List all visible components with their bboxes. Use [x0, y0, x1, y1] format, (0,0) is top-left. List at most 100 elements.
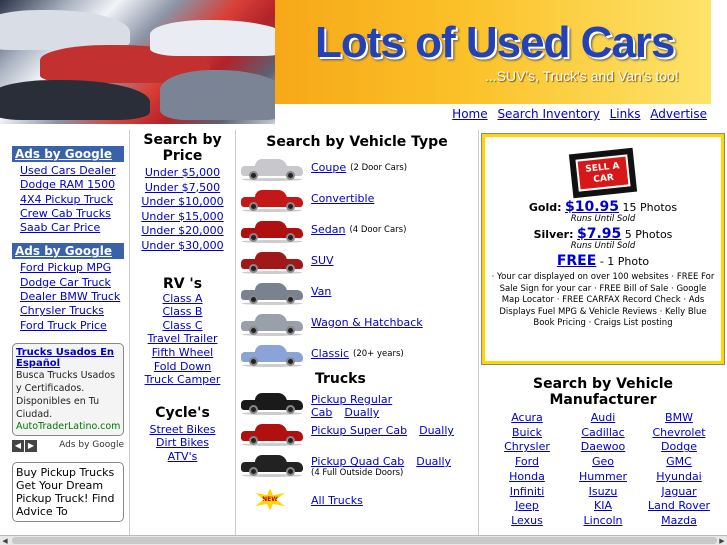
ads-by-google-heading[interactable]: Ads by Google	[12, 243, 124, 260]
text-ad-box[interactable]: Trucks Usados En Español Busca Trucks Us…	[12, 342, 124, 436]
suv-image[interactable]	[239, 248, 305, 274]
manufacturer-link[interactable]: Ford	[489, 455, 565, 470]
manufacturer-link[interactable]: Mazda	[641, 514, 717, 529]
pickup-truck-image[interactable]	[239, 389, 305, 415]
truck-type-link[interactable]: Pickup Quad Cab	[311, 455, 404, 468]
classic-car-image[interactable]	[239, 341, 305, 367]
cycle-link[interactable]: Street Bikes	[150, 423, 216, 436]
prev-arrow-icon[interactable]: ◀	[12, 439, 24, 452]
sedan-image[interactable]	[239, 217, 305, 243]
manufacturer-link[interactable]: KIA	[565, 499, 641, 514]
ad-links-list: Ford Pickup MPG Dodge Car Truck Dealer B…	[10, 261, 126, 332]
ad-link[interactable]: 4X4 Pickup Truck	[20, 193, 113, 206]
ad-link[interactable]: Dodge Car Truck	[20, 276, 111, 289]
dually-link[interactable]: Dually	[416, 455, 451, 468]
manufacturer-link[interactable]: Cadillac	[565, 426, 641, 441]
manufacturer-link[interactable]: Dodge	[641, 440, 717, 455]
silver-price-link[interactable]: $7.95	[577, 226, 621, 242]
vehicle-type-link[interactable]: Sedan	[311, 223, 345, 236]
manufacturer-link[interactable]: Audi	[565, 411, 641, 426]
convertible-image[interactable]	[239, 186, 305, 212]
van-image[interactable]	[239, 279, 305, 305]
ad-title[interactable]: Trucks Usados En Español	[16, 347, 120, 369]
nav-links[interactable]: Links	[610, 107, 641, 121]
rv-link[interactable]: Class C	[162, 319, 202, 332]
text-ad-box[interactable]: Buy Pickup Trucks Get Your Dream Pickup …	[12, 461, 124, 522]
manufacturer-link[interactable]: BMW	[641, 411, 717, 426]
ad-link[interactable]: Ford Truck Price	[20, 319, 107, 332]
manufacturer-link[interactable]: Chrysler	[489, 440, 565, 455]
wheel	[249, 467, 258, 476]
rv-link[interactable]: Class A	[163, 292, 203, 305]
manufacturer-link[interactable]: Hummer	[565, 470, 641, 485]
dually-link[interactable]: Dually	[419, 424, 454, 437]
manufacturer-link[interactable]: Lincoln	[565, 514, 641, 529]
price-link[interactable]: Under $20,000	[141, 224, 223, 237]
nav-advertise[interactable]: Advertise	[650, 107, 707, 121]
manufacturer-link[interactable]: Acura	[489, 411, 565, 426]
rv-link[interactable]: Fifth Wheel	[152, 346, 213, 359]
truck-type-link[interactable]: Pickup Super Cab	[311, 424, 407, 437]
price-link[interactable]: Under $5,000	[145, 166, 220, 179]
all-trucks-link[interactable]: All Trucks	[311, 494, 363, 507]
price-link[interactable]: Under $30,000	[141, 239, 223, 252]
manufacturer-link[interactable]: Chevrolet	[641, 426, 717, 441]
ad-link[interactable]: Dealer BMW Truck	[20, 290, 120, 303]
gold-price-link[interactable]: $10.95	[565, 199, 619, 215]
rv-link[interactable]: Travel Trailer	[148, 332, 218, 345]
ad-link[interactable]: Dodge RAM 1500	[20, 178, 115, 191]
horizontal-scrollbar[interactable]: ◀ ▶	[0, 535, 727, 545]
ads-by-google-label[interactable]: Ads by Google	[59, 440, 124, 450]
ad-url[interactable]: AutoTraderLatino.com	[16, 421, 120, 432]
scrollbar-thumb[interactable]	[12, 537, 717, 544]
coupe-image[interactable]	[239, 155, 305, 181]
wheel	[249, 436, 258, 445]
vehicle-type-link[interactable]: Coupe	[311, 161, 346, 174]
manufacturer-link[interactable]: Geo	[565, 455, 641, 470]
scroll-left-icon[interactable]: ◀	[0, 536, 10, 545]
ad-title[interactable]: Buy Pickup Trucks	[16, 466, 120, 479]
manufacturer-link[interactable]: Jeep	[489, 499, 565, 514]
car-cab	[255, 313, 287, 323]
vehicle-type-link[interactable]: SUV	[311, 254, 334, 267]
ad-link[interactable]: Chrysler Trucks	[20, 304, 104, 317]
manufacturer-link[interactable]: Infiniti	[489, 485, 565, 500]
vehicle-type-link[interactable]: Convertible	[311, 192, 374, 205]
manufacturer-link[interactable]: Land Rover	[641, 499, 717, 514]
manufacturer-link[interactable]: GMC	[641, 455, 717, 470]
rv-link[interactable]: Truck Camper	[145, 373, 221, 386]
ad-link[interactable]: Saab Car Price	[20, 221, 100, 234]
ad-link[interactable]: Used Cars Dealer	[20, 164, 116, 177]
manufacturer-link[interactable]: Daewoo	[565, 440, 641, 455]
truck-row: Pickup Regular Cab Dually	[239, 387, 475, 419]
vehicle-type-link[interactable]: Classic	[311, 347, 349, 360]
cycle-link[interactable]: ATV's	[168, 450, 198, 463]
free-plan-link[interactable]: FREE	[557, 253, 596, 269]
manufacturer-link[interactable]: Buick	[489, 426, 565, 441]
vehicle-type-link[interactable]: Van	[311, 285, 331, 298]
manufacturer-link[interactable]: Isuzu	[565, 485, 641, 500]
nav-home[interactable]: Home	[452, 107, 487, 121]
price-link[interactable]: Under $7,500	[145, 181, 220, 194]
manufacturer-link[interactable]: Honda	[489, 470, 565, 485]
manufacturer-link[interactable]: Hyundai	[641, 470, 717, 485]
rv-link[interactable]: Class B	[163, 305, 203, 318]
pickup-truck-image[interactable]	[239, 420, 305, 446]
pickup-truck-image[interactable]	[239, 451, 305, 477]
scroll-right-icon[interactable]: ▶	[717, 536, 727, 545]
rv-link[interactable]: Fold Down	[154, 360, 211, 373]
manufacturer-link[interactable]: Jaguar	[641, 485, 717, 500]
ad-body: Get Your Dream Pickup Truck! Find Advice…	[16, 478, 115, 518]
ad-link[interactable]: Crew Cab Trucks	[20, 207, 111, 220]
wagon-image[interactable]	[239, 310, 305, 336]
sell-a-car-sign[interactable]: SELL A CAR	[568, 147, 638, 199]
price-link[interactable]: Under $10,000	[141, 195, 223, 208]
ads-by-google-heading[interactable]: Ads by Google	[12, 146, 124, 162]
price-link[interactable]: Under $15,000	[141, 210, 223, 223]
manufacturer-link[interactable]: Lexus	[489, 514, 565, 529]
vehicle-type-link[interactable]: Wagon & Hatchback	[311, 316, 423, 329]
cycle-link[interactable]: Dirt Bikes	[156, 436, 209, 449]
next-arrow-icon[interactable]: ▶	[25, 439, 37, 452]
ad-link[interactable]: Ford Pickup MPG	[20, 261, 111, 274]
nav-search-inventory[interactable]: Search Inventory	[497, 107, 599, 121]
